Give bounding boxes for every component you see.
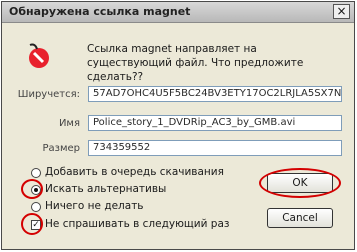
size-field[interactable]: 734359552 [88, 140, 342, 156]
radio-circle[interactable] [31, 202, 41, 212]
option-label: Ничего не делать [45, 200, 144, 212]
option-label: Искать альтернативы [45, 183, 167, 195]
name-label: Имя [58, 118, 80, 129]
radio-circle[interactable] [31, 168, 41, 178]
title-bar[interactable]: Обнаружена ссылка magnet × [2, 2, 354, 23]
cancel-button[interactable]: Cancel [267, 208, 333, 228]
option-label: Не спрашивать в следующий раз [45, 218, 230, 230]
magnet-logo-icon [29, 43, 49, 68]
hash-label: Ширучется: [17, 89, 80, 100]
magnet-link-dialog: Обнаружена ссылка magnet × Ссылка magnet… [1, 1, 355, 250]
dialog-message: Ссылка magnet направляет на существующий… [87, 43, 304, 83]
name-field[interactable]: Police_story_1_DVDRip_AC3_by_GMB.avi [88, 115, 342, 131]
option-label: Добавить в очередь скачивания [45, 166, 224, 178]
close-button[interactable]: × [333, 4, 350, 19]
highlight-radio-annotation [21, 179, 43, 199]
dialog-title: Обнаружена ссылка magnet [9, 5, 191, 18]
size-label: Размер [42, 143, 80, 154]
highlight-checkbox-annotation [21, 213, 43, 235]
highlight-ok-annotation [259, 168, 341, 198]
hash-field[interactable]: 57AD7OHC4U5F5BC24BV3ETY17OC2LRJLA5SX7NQ [88, 86, 342, 102]
